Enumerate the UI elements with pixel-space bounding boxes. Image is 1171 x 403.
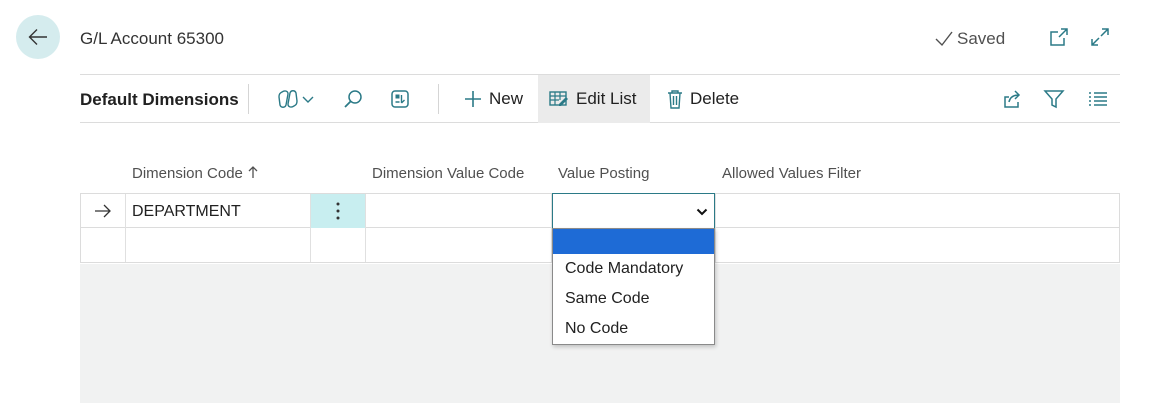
more-vertical-icon [336,202,340,220]
action-bar: Default Dimensions New Edit List Delete [80,74,1120,123]
option-same-code[interactable]: Same Code [553,284,714,314]
part-title: Default Dimensions [80,90,239,109]
dimension-code-cell[interactable]: DEPARTMENT [126,194,311,228]
new-button[interactable]: New [453,75,533,123]
share-icon [1004,90,1021,108]
back-button[interactable] [16,15,60,59]
dimension-value-code-cell[interactable] [366,228,552,262]
grid-border [1119,194,1120,228]
analysis-mode-button[interactable] [389,87,411,111]
open-new-window-button[interactable] [1047,25,1071,49]
option-no-code[interactable]: No Code [553,314,714,344]
copilot-icon [278,90,298,108]
option-code-mandatory[interactable]: Code Mandatory [553,254,714,284]
checkmark-icon [935,31,953,47]
list-view-icon [1089,92,1107,106]
filter-button[interactable] [1043,87,1065,111]
toolbar-divider [248,84,249,114]
row-indicator[interactable] [80,228,126,262]
toolbar-divider [438,84,439,114]
dimension-code-value: DEPARTMENT [132,203,241,220]
option-blank[interactable] [553,229,714,254]
dimension-code-cell[interactable] [126,228,311,262]
new-label: New [489,89,524,108]
arrow-up-icon [248,166,258,178]
page-title: G/L Account 65300 [80,29,224,48]
delete-button[interactable]: Delete [656,75,749,123]
list-view-button[interactable] [1087,87,1109,111]
column-header-allowed-values-filter[interactable]: Allowed Values Filter [722,165,861,182]
edit-list-icon [549,91,568,106]
delete-label: Delete [690,89,740,108]
column-header-dimension-value-code[interactable]: Dimension Value Code [372,165,524,182]
arrow-right-icon [95,204,111,218]
plus-icon [465,91,481,107]
arrow-left-icon [28,29,47,45]
saved-label: Saved [957,29,1006,48]
column-header-value-posting[interactable]: Value Posting [558,165,649,182]
value-posting-select[interactable] [552,193,715,229]
share-button[interactable] [1001,87,1023,111]
search-icon [344,90,362,108]
row-menu-cell[interactable] [311,228,366,262]
dimension-value-code-cell[interactable] [366,194,552,228]
row-menu-button[interactable] [311,194,366,228]
grid-border [1119,228,1120,262]
allowed-values-filter-cell[interactable] [716,194,1120,228]
chevron-down-icon [302,96,314,103]
edit-list-button[interactable]: Edit List [538,75,650,123]
column-header-dimension-code[interactable]: Dimension Code [132,165,259,182]
filter-icon [1043,90,1065,109]
analysis-mode-icon [391,90,409,108]
expand-button[interactable] [1088,25,1112,49]
chevron-down-icon [696,208,708,216]
search-button[interactable] [342,87,364,111]
open-in-new-window-icon [1050,28,1068,46]
expand-icon [1091,28,1109,46]
copilot-menu-button[interactable] [276,87,316,111]
row-indicator[interactable] [80,194,126,228]
trash-icon [668,90,682,109]
allowed-values-filter-cell[interactable] [716,228,1120,262]
edit-list-label: Edit List [576,89,637,108]
saved-status: Saved [934,29,1005,49]
value-posting-dropdown: Code Mandatory Same Code No Code [552,228,715,345]
column-header-label: Dimension Code [132,165,243,182]
